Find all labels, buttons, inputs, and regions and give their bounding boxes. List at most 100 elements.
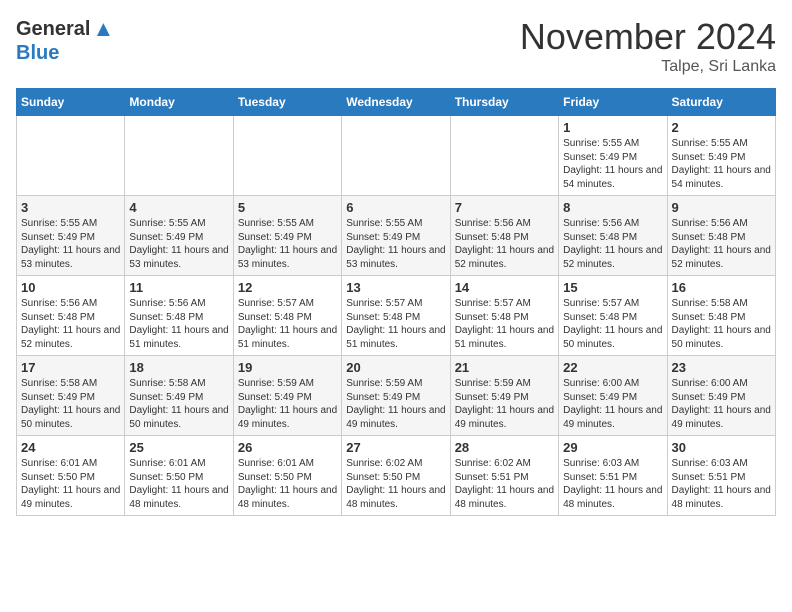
calendar-cell: 15Sunrise: 5:57 AM Sunset: 5:48 PM Dayli…	[559, 276, 667, 356]
day-number: 21	[455, 360, 554, 375]
calendar-cell: 21 Sunrise: 5:59 AM Sunset: 5:49 PM Dayli…	[450, 356, 558, 436]
calendar-cell	[125, 116, 233, 196]
calendar-cell: 9 Sunrise: 5:56 AM Sunset: 5:48 PM Daylig…	[667, 196, 775, 276]
calendar-week-row: 1Sunrise: 5:55 AM Sunset: 5:49 PM Daylig…	[17, 116, 776, 196]
logo: General ▲ Blue	[16, 16, 114, 65]
calendar-cell: 2Sunrise: 5:55 AM Sunset: 5:49 PM Daylig…	[667, 116, 775, 196]
day-info: Sunrise: 5:55 AM Sunset: 5:49 PM Dayligh…	[346, 217, 445, 271]
day-info: Sunrise: 5:59 AM Sunset: 5:49 PM Dayligh…	[455, 377, 554, 431]
day-info: Sunrise: 5:56 AM Sunset: 5:48 PM Dayligh…	[563, 217, 662, 271]
day-info: Sunrise: 5:58 AM Sunset: 5:49 PM Dayligh…	[129, 377, 228, 431]
day-info: Sunrise: 5:57 AM Sunset: 5:48 PM Dayligh…	[455, 297, 554, 351]
calendar-week-row: 3 Sunrise: 5:55 AM Sunset: 5:49 PM Daylig…	[17, 196, 776, 276]
calendar-cell: 11 Sunrise: 5:56 AM Sunset: 5:48 PM Dayli…	[125, 276, 233, 356]
calendar-cell: 14 Sunrise: 5:57 AM Sunset: 5:48 PM Dayli…	[450, 276, 558, 356]
day-number: 11	[129, 280, 228, 295]
day-number: 29	[563, 440, 662, 455]
day-number: 9	[672, 200, 771, 215]
day-number: 18	[129, 360, 228, 375]
calendar-cell: 3 Sunrise: 5:55 AM Sunset: 5:49 PM Daylig…	[17, 196, 125, 276]
calendar-cell: 5Sunrise: 5:55 AM Sunset: 5:49 PM Daylig…	[233, 196, 341, 276]
logo-bird-icon: ▲	[92, 16, 114, 42]
day-info: Sunrise: 5:57 AM Sunset: 5:48 PM Dayligh…	[238, 297, 337, 351]
calendar-week-row: 24 Sunrise: 6:01 AM Sunset: 5:50 PM Dayli…	[17, 436, 776, 516]
day-info: Sunrise: 6:01 AM Sunset: 5:50 PM Dayligh…	[238, 457, 337, 511]
day-number: 19	[238, 360, 337, 375]
day-number: 7	[455, 200, 554, 215]
day-info: Sunrise: 5:59 AM Sunset: 5:49 PM Dayligh…	[238, 377, 337, 431]
calendar-header-row: SundayMondayTuesdayWednesdayThursdayFrid…	[17, 89, 776, 116]
calendar-cell: 13 Sunrise: 5:57 AM Sunset: 5:48 PM Dayli…	[342, 276, 450, 356]
day-info: Sunrise: 5:56 AM Sunset: 5:48 PM Dayligh…	[21, 297, 120, 351]
day-header-monday: Monday	[125, 89, 233, 116]
day-number: 10	[21, 280, 120, 295]
day-number: 6	[346, 200, 445, 215]
day-number: 23	[672, 360, 771, 375]
calendar-cell	[450, 116, 558, 196]
day-info: Sunrise: 5:56 AM Sunset: 5:48 PM Dayligh…	[129, 297, 228, 351]
title-block: November 2024 Talpe, Sri Lanka	[520, 16, 776, 76]
logo-general-text: General	[16, 18, 90, 41]
calendar-cell	[233, 116, 341, 196]
calendar-cell: 27Sunrise: 6:02 AM Sunset: 5:50 PM Dayli…	[342, 436, 450, 516]
calendar-cell: 29 Sunrise: 6:03 AM Sunset: 5:51 PM Dayli…	[559, 436, 667, 516]
day-number: 17	[21, 360, 120, 375]
day-info: Sunrise: 5:57 AM Sunset: 5:48 PM Dayligh…	[346, 297, 445, 351]
calendar-cell: 7Sunrise: 5:56 AM Sunset: 5:48 PM Daylig…	[450, 196, 558, 276]
day-number: 16	[672, 280, 771, 295]
day-number: 20	[346, 360, 445, 375]
calendar-cell: 18 Sunrise: 5:58 AM Sunset: 5:49 PM Dayli…	[125, 356, 233, 436]
day-info: Sunrise: 5:59 AM Sunset: 5:49 PM Dayligh…	[346, 377, 445, 431]
day-number: 3	[21, 200, 120, 215]
calendar-cell: 19 Sunrise: 5:59 AM Sunset: 5:49 PM Dayli…	[233, 356, 341, 436]
calendar-cell: 22Sunrise: 6:00 AM Sunset: 5:49 PM Dayli…	[559, 356, 667, 436]
calendar-cell: 8 Sunrise: 5:56 AM Sunset: 5:48 PM Daylig…	[559, 196, 667, 276]
day-number: 4	[129, 200, 228, 215]
month-title: November 2024	[520, 16, 776, 58]
day-number: 28	[455, 440, 554, 455]
day-number: 25	[129, 440, 228, 455]
day-info: Sunrise: 6:00 AM Sunset: 5:49 PM Dayligh…	[672, 377, 771, 431]
day-info: Sunrise: 5:57 AM Sunset: 5:48 PM Dayligh…	[563, 297, 662, 351]
day-header-sunday: Sunday	[17, 89, 125, 116]
day-info: Sunrise: 5:58 AM Sunset: 5:49 PM Dayligh…	[21, 377, 120, 431]
day-header-tuesday: Tuesday	[233, 89, 341, 116]
logo-blue-text: Blue	[16, 42, 59, 64]
location-subtitle: Talpe, Sri Lanka	[520, 58, 776, 76]
day-info: Sunrise: 6:01 AM Sunset: 5:50 PM Dayligh…	[21, 457, 120, 511]
calendar-cell: 23 Sunrise: 6:00 AM Sunset: 5:49 PM Dayli…	[667, 356, 775, 436]
day-info: Sunrise: 6:01 AM Sunset: 5:50 PM Dayligh…	[129, 457, 228, 511]
day-info: Sunrise: 5:58 AM Sunset: 5:48 PM Dayligh…	[672, 297, 771, 351]
calendar-cell: 20 Sunrise: 5:59 AM Sunset: 5:49 PM Dayli…	[342, 356, 450, 436]
day-number: 5	[238, 200, 337, 215]
day-info: Sunrise: 5:55 AM Sunset: 5:49 PM Dayligh…	[563, 137, 662, 191]
calendar-cell	[17, 116, 125, 196]
calendar-cell: 25 Sunrise: 6:01 AM Sunset: 5:50 PM Dayli…	[125, 436, 233, 516]
day-header-wednesday: Wednesday	[342, 89, 450, 116]
day-number: 24	[21, 440, 120, 455]
day-number: 26	[238, 440, 337, 455]
day-number: 14	[455, 280, 554, 295]
day-number: 13	[346, 280, 445, 295]
day-number: 12	[238, 280, 337, 295]
calendar-cell: 6 Sunrise: 5:55 AM Sunset: 5:49 PM Daylig…	[342, 196, 450, 276]
day-info: Sunrise: 6:03 AM Sunset: 5:51 PM Dayligh…	[563, 457, 662, 511]
calendar-cell: 30Sunrise: 6:03 AM Sunset: 5:51 PM Dayli…	[667, 436, 775, 516]
calendar-cell: 10 Sunrise: 5:56 AM Sunset: 5:48 PM Dayli…	[17, 276, 125, 356]
day-number: 27	[346, 440, 445, 455]
day-number: 8	[563, 200, 662, 215]
day-header-saturday: Saturday	[667, 89, 775, 116]
day-info: Sunrise: 5:56 AM Sunset: 5:48 PM Dayligh…	[672, 217, 771, 271]
page-header: General ▲ Blue November 2024 Talpe, Sri …	[16, 16, 776, 76]
calendar-cell: 4Sunrise: 5:55 AM Sunset: 5:49 PM Daylig…	[125, 196, 233, 276]
calendar-cell	[342, 116, 450, 196]
calendar-cell: 24 Sunrise: 6:01 AM Sunset: 5:50 PM Dayli…	[17, 436, 125, 516]
day-info: Sunrise: 6:03 AM Sunset: 5:51 PM Dayligh…	[672, 457, 771, 511]
day-header-friday: Friday	[559, 89, 667, 116]
day-number: 2	[672, 120, 771, 135]
calendar-cell: 1Sunrise: 5:55 AM Sunset: 5:49 PM Daylig…	[559, 116, 667, 196]
calendar-cell: 12 Sunrise: 5:57 AM Sunset: 5:48 PM Dayli…	[233, 276, 341, 356]
day-info: Sunrise: 5:55 AM Sunset: 5:49 PM Dayligh…	[21, 217, 120, 271]
calendar-cell: 17 Sunrise: 5:58 AM Sunset: 5:49 PM Dayli…	[17, 356, 125, 436]
day-info: Sunrise: 6:02 AM Sunset: 5:51 PM Dayligh…	[455, 457, 554, 511]
